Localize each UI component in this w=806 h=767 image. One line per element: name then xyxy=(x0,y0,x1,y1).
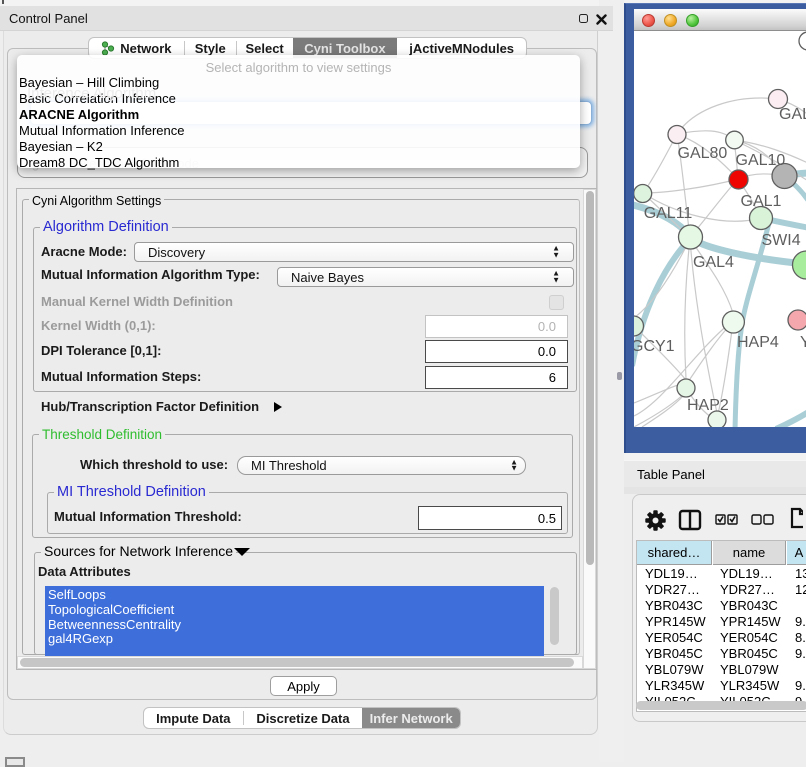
svg-text:GAL11: GAL11 xyxy=(644,205,693,222)
svg-text:HAP2: HAP2 xyxy=(687,397,729,414)
svg-text:GCY1: GCY1 xyxy=(634,338,675,355)
svg-text:GAL4: GAL4 xyxy=(693,254,734,271)
svg-text:GAL80: GAL80 xyxy=(678,145,728,162)
svg-text:SWI4: SWI4 xyxy=(762,232,801,249)
svg-text:HAP4: HAP4 xyxy=(737,334,779,351)
svg-text:GAL7: GAL7 xyxy=(779,106,806,123)
svg-text:GAL10: GAL10 xyxy=(736,152,786,169)
svg-text:GAL1: GAL1 xyxy=(741,193,782,210)
svg-text:YP: YP xyxy=(800,334,806,351)
